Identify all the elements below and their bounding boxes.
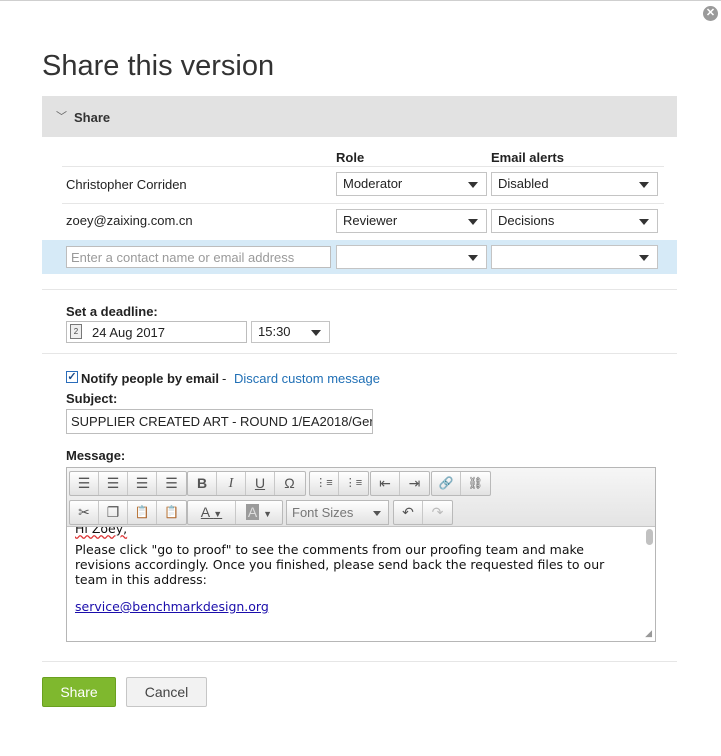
formatting-group: B I U Ω xyxy=(187,471,306,496)
notify-label: Notify people by email xyxy=(81,371,219,386)
deadline-label: Set a deadline: xyxy=(66,304,158,319)
dialog-title: Share this version xyxy=(42,50,275,82)
copy-icon[interactable]: ❐ xyxy=(99,501,128,524)
dropdown-caret-icon xyxy=(311,330,321,336)
notify-checkbox[interactable]: ✓ xyxy=(66,371,78,383)
message-greeting: Hi Zoey, xyxy=(75,527,639,536)
font-sizes-label: Font Sizes xyxy=(292,505,354,520)
message-paragraph: Please click "go to proof" to see the co… xyxy=(75,542,605,587)
subject-input[interactable]: SUPPLIER CREATED ART - ROUND 1/EA2018/Ge… xyxy=(66,409,373,434)
chevron-down-icon: ▼ xyxy=(213,509,223,519)
window-top-border xyxy=(0,0,721,1)
email-alerts-select[interactable]: Decisions xyxy=(491,209,658,233)
chevron-down-icon: ﹀ xyxy=(56,111,67,123)
section-divider xyxy=(42,353,677,354)
participant-name: zoey@zaixing.com.cn xyxy=(66,213,193,228)
editor-scrollbar[interactable] xyxy=(646,529,653,545)
align-right-icon[interactable]: ☰ xyxy=(128,472,157,495)
calendar-icon[interactable]: 2 xyxy=(70,324,82,339)
message-editor: ☰ ☰ ☰ ☰ B I U Ω ⋮≡ ⋮≡ ⇤ ⇥ 🔗 ⛓ ✂ ❐ 📋 📋 A … xyxy=(66,467,656,642)
deadline-date-input[interactable]: 2 24 Aug 2017 xyxy=(66,321,247,343)
indent-icon[interactable]: ⇥ xyxy=(400,472,429,495)
unlink-icon[interactable]: ⛓ xyxy=(461,472,490,495)
text-color-glyph: A xyxy=(200,504,210,520)
text-color-icon[interactable]: A ▼ xyxy=(188,501,236,524)
dropdown-caret-icon xyxy=(468,182,478,188)
clipboard-group: ✂ ❐ 📋 📋 xyxy=(69,500,187,525)
email-alerts-select[interactable]: Disabled xyxy=(491,172,658,196)
list-group: ⋮≡ ⋮≡ xyxy=(309,471,369,496)
align-center-icon[interactable]: ☰ xyxy=(99,472,128,495)
email-alerts-select-value: Disabled xyxy=(498,176,549,191)
role-column-header: Role xyxy=(336,150,365,165)
history-group: ↶ ↷ xyxy=(393,500,453,525)
dropdown-caret-icon xyxy=(468,255,478,261)
subject-label: Subject: xyxy=(66,391,118,406)
dropdown-caret-icon xyxy=(468,219,478,225)
paste-icon[interactable]: 📋 xyxy=(128,501,157,524)
email-link[interactable]: service@benchmarkdesign.org xyxy=(75,599,269,614)
outdent-icon[interactable]: ⇤ xyxy=(371,472,400,495)
role-select[interactable]: Moderator xyxy=(336,172,487,196)
share-button[interactable]: Share xyxy=(42,677,116,707)
section-divider xyxy=(42,289,677,290)
resize-handle-icon[interactable]: ◢ xyxy=(645,628,652,639)
dropdown-caret-icon xyxy=(639,182,649,188)
alignment-group: ☰ ☰ ☰ ☰ xyxy=(69,471,187,496)
section-divider xyxy=(42,661,677,662)
table-divider xyxy=(62,203,664,204)
new-email-alerts-select[interactable] xyxy=(491,245,658,269)
discard-custom-message-link[interactable]: Discard custom message xyxy=(234,371,380,386)
chevron-down-icon: ▼ xyxy=(263,509,273,519)
dropdown-caret-icon xyxy=(373,511,381,516)
deadline-time-value: 15:30 xyxy=(258,324,291,339)
cut-icon[interactable]: ✂ xyxy=(70,501,99,524)
italic-icon[interactable]: I xyxy=(217,472,246,495)
message-label: Message: xyxy=(66,448,126,463)
dropdown-caret-icon xyxy=(639,219,649,225)
font-sizes-select[interactable]: Font Sizes xyxy=(286,500,389,525)
redo-icon[interactable]: ↷ xyxy=(423,501,452,524)
email-alerts-column-header: Email alerts xyxy=(491,150,564,165)
close-icon[interactable]: ✕ xyxy=(703,6,718,21)
role-select[interactable]: Reviewer xyxy=(336,209,487,233)
role-select-value: Reviewer xyxy=(343,213,398,228)
paste-text-icon[interactable]: 📋 xyxy=(157,501,186,524)
underline-icon[interactable]: U xyxy=(246,472,275,495)
share-section-header[interactable]: ﹀ Share xyxy=(42,96,677,137)
cancel-button[interactable]: Cancel xyxy=(126,677,207,707)
link-group: 🔗 ⛓ xyxy=(431,471,491,496)
background-color-glyph: A xyxy=(245,504,260,520)
participant-name: Christopher Corriden xyxy=(66,177,187,192)
background-color-icon[interactable]: A ▼ xyxy=(236,501,282,524)
indent-group: ⇤ ⇥ xyxy=(370,471,430,496)
email-alerts-select-value: Decisions xyxy=(498,213,555,228)
bulleted-list-icon[interactable]: ⋮≡ xyxy=(310,472,339,495)
bold-icon[interactable]: B xyxy=(188,472,217,495)
message-body[interactable]: Hi Zoey, Please click "go to proof" to s… xyxy=(67,527,647,641)
deadline-date-value: 24 Aug 2017 xyxy=(92,325,166,340)
numbered-list-icon[interactable]: ⋮≡ xyxy=(339,472,368,495)
contact-input[interactable] xyxy=(66,246,331,268)
notify-separator: - xyxy=(222,371,227,386)
role-select-value: Moderator xyxy=(343,176,403,191)
special-character-icon[interactable]: Ω xyxy=(275,472,304,495)
table-divider xyxy=(62,166,664,167)
deadline-time-select[interactable]: 15:30 xyxy=(251,321,330,343)
dropdown-caret-icon xyxy=(639,255,649,261)
message-greeting-text: Hi Zoey, xyxy=(75,527,128,536)
undo-icon[interactable]: ↶ xyxy=(394,501,423,524)
new-role-select[interactable] xyxy=(336,245,487,269)
justify-icon[interactable]: ☰ xyxy=(157,472,186,495)
editor-toolbar: ☰ ☰ ☰ ☰ B I U Ω ⋮≡ ⋮≡ ⇤ ⇥ 🔗 ⛓ ✂ ❐ 📋 📋 A … xyxy=(67,468,655,527)
color-group: A ▼ A ▼ xyxy=(187,500,283,525)
share-section-label: Share xyxy=(74,110,111,125)
link-icon[interactable]: 🔗 xyxy=(432,472,461,495)
align-left-icon[interactable]: ☰ xyxy=(70,472,99,495)
